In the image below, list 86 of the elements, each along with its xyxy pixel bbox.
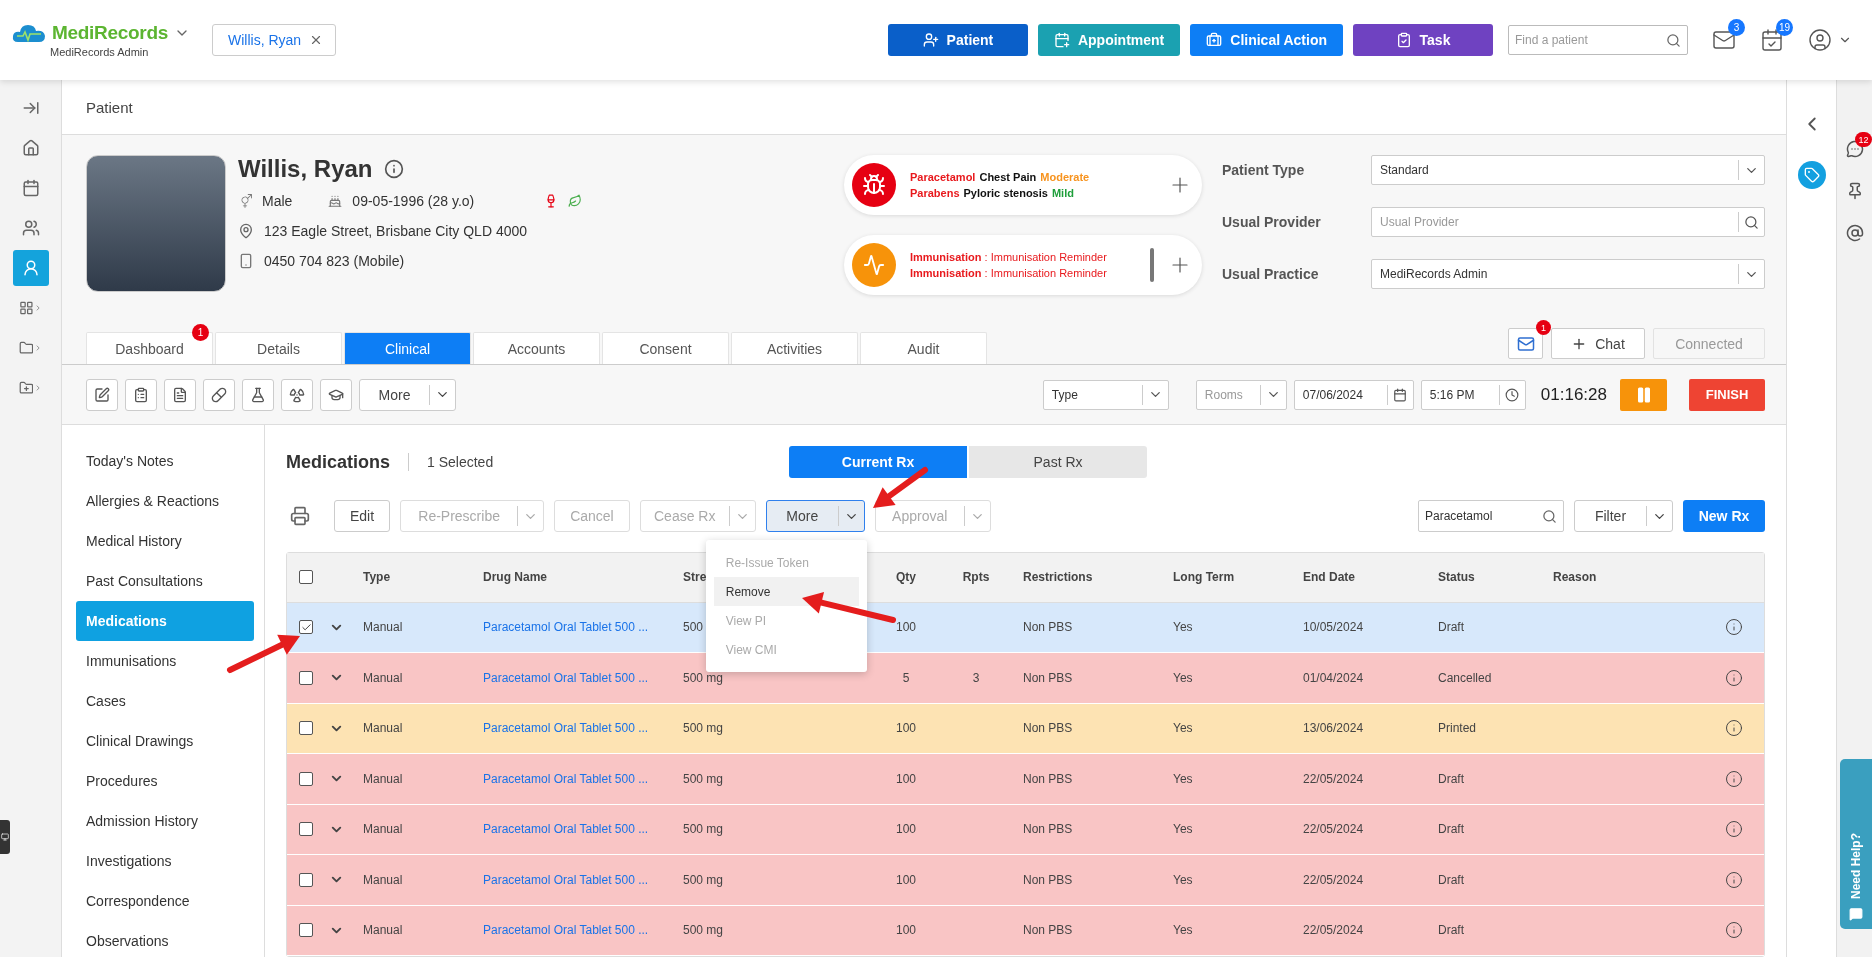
reaction: Pyloric stenosis (963, 187, 1048, 199)
column-header: Drug Name (483, 570, 547, 584)
table-cell: Manual (363, 872, 403, 887)
column-header: Status (1438, 570, 1475, 584)
severity: Mild (1051, 187, 1074, 199)
table-cell: Draft (1438, 771, 1464, 786)
table-cell: 100 (896, 923, 916, 938)
column-header: Long Term (1173, 570, 1235, 584)
table-cell: Manual (363, 771, 403, 786)
table-cell: Non PBS (1023, 771, 1073, 786)
table-cell: Non PBS (1023, 721, 1073, 736)
table-cell: 100 (896, 822, 916, 837)
table-cell: 3 (972, 670, 980, 685)
column-header: End Date (1303, 570, 1355, 584)
table-cell: 100 (896, 620, 916, 635)
selection-count: 1 Selected (427, 453, 495, 470)
table-cell: Draft (1438, 872, 1464, 887)
column-header: Reason (1553, 570, 1597, 584)
table-cell: Non PBS (1023, 670, 1073, 685)
table-cell: 22/05/2024 (1303, 923, 1364, 938)
field-label: Usual Practice (1222, 266, 1320, 282)
table-cell: Printed (1438, 721, 1477, 736)
table-cell: 13/06/2024 (1303, 721, 1364, 736)
brand-subtitle: MediRecords Admin (50, 46, 149, 58)
table-cell: Manual (363, 670, 403, 685)
table-cell: Draft (1438, 620, 1464, 635)
table-cell: 01/04/2024 (1303, 670, 1364, 685)
table-cell: Manual (363, 620, 403, 635)
table-cell: 100 (896, 872, 916, 887)
table-cell: Yes (1173, 872, 1193, 887)
table-cell: 100 (896, 721, 916, 736)
column-header: Restrictions (1023, 570, 1093, 584)
table-cell: 500 mg (683, 721, 724, 736)
table-cell: 500 mg (683, 771, 724, 786)
table-cell: 500 mg (683, 872, 724, 887)
table-cell: Manual (363, 923, 403, 938)
notification-badge: 12 (1855, 132, 1872, 147)
section-title: Medications (286, 452, 410, 471)
table-cell: Non PBS (1023, 822, 1073, 837)
field-label: Usual Provider (1222, 214, 1322, 230)
table-cell: Cancelled (1438, 670, 1492, 685)
patient-dob: 09-05-1996 (28 y.o) (352, 193, 475, 209)
reaction: Chest Pain (979, 171, 1037, 183)
table-cell: Non PBS (1023, 620, 1073, 635)
table-cell: 500 mg (683, 670, 724, 685)
column-header: Rpts (962, 570, 990, 584)
table-cell: Manual (363, 822, 403, 837)
field-label: Patient Type (1222, 162, 1306, 178)
notification-badge: 19 (1775, 19, 1793, 36)
table-cell: Draft (1438, 822, 1464, 837)
reminder: Immunisation : Immunisation Reminder (910, 251, 1108, 263)
column-header: Qty (896, 570, 916, 584)
table-cell: Yes (1173, 670, 1193, 685)
table-cell: Manual (363, 721, 403, 736)
severity: Moderate (1040, 171, 1090, 183)
table-cell: 5 (902, 670, 910, 685)
patient-phone: 0450 704 823 (Mobile) (264, 253, 405, 269)
table-cell: Yes (1173, 923, 1193, 938)
table-cell: Non PBS (1023, 872, 1073, 887)
patient-gender: Male (262, 193, 293, 209)
notification-badge: 1 (192, 324, 209, 341)
table-cell: 500 mg (683, 822, 724, 837)
column-header: Stre (683, 570, 707, 584)
timer: 01:16:28 (1540, 384, 1607, 405)
patient-name: Willis, Ryan (238, 155, 373, 183)
notification-badge: 3 (1728, 19, 1745, 36)
table-cell: 22/05/2024 (1303, 822, 1364, 837)
table-cell: 22/05/2024 (1303, 872, 1364, 887)
patient-address: 123 Eagle Street, Brisbane City QLD 4000 (264, 223, 528, 239)
brand-name: MediRecords (52, 22, 168, 44)
table-cell: Yes (1173, 721, 1193, 736)
table-cell: 100 (896, 771, 916, 786)
notification-badge: 1 (1536, 320, 1551, 335)
column-header: Type (363, 570, 391, 584)
allergen: Paracetamol (910, 171, 976, 183)
table-cell: 10/05/2024 (1303, 620, 1364, 635)
table-cell: Non PBS (1023, 923, 1073, 938)
allergen: Parabens (910, 187, 960, 199)
table-cell: Draft (1438, 923, 1464, 938)
table-cell: 500 (683, 620, 704, 635)
table-cell: Yes (1173, 620, 1193, 635)
table-cell: Yes (1173, 822, 1193, 837)
reminder: Immunisation : Immunisation Reminder (910, 267, 1108, 279)
table-cell: 22/05/2024 (1303, 771, 1364, 786)
table-cell: Yes (1173, 771, 1193, 786)
table-cell: 500 mg (683, 923, 724, 938)
